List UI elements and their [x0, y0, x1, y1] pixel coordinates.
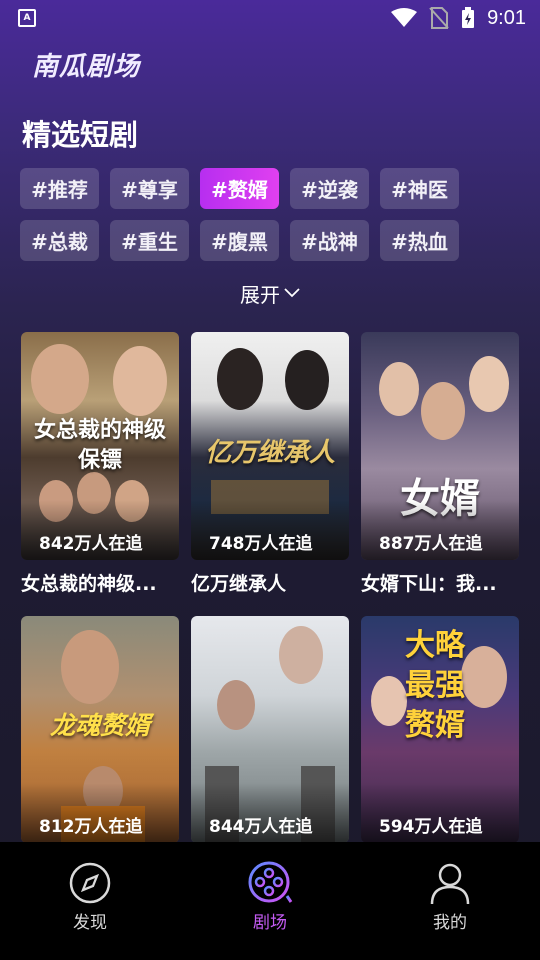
drama-poster[interactable]: 女总裁的神级保镖 842万人在追 [21, 332, 179, 560]
drama-card[interactable]: 龙魂赘婿 812万人在追 [21, 616, 179, 843]
viewer-count: 594万人在追 [379, 817, 483, 837]
film-reel-icon [247, 860, 293, 906]
poster-title-text: 女总裁的神级保镖 [33, 418, 166, 473]
expand-tags-button[interactable]: 展开 [0, 278, 540, 308]
user-icon [427, 860, 473, 906]
drama-poster[interactable]: 女婿 887万人在追 [361, 332, 519, 560]
drama-card[interactable]: 亿万继承人 748万人在追 亿万继承人 [191, 332, 349, 616]
drama-card[interactable]: 女婿 887万人在追 女婿下山：我... [361, 332, 519, 616]
clock: 9:01 [487, 6, 526, 29]
drama-title: 女总裁的神级... [21, 573, 157, 595]
expand-label: 展开 [240, 282, 280, 307]
poster-title-text: 亿万继承人 [204, 438, 335, 468]
viewer-count: 842万人在追 [39, 534, 143, 554]
compass-icon [67, 860, 113, 906]
tag-tuijian[interactable]: #推荐 [20, 168, 99, 209]
tag-nixi[interactable]: #逆袭 [290, 168, 369, 209]
poster-title-text: 龙魂赘婿 [49, 711, 150, 740]
app-notification-icon: A [18, 9, 36, 27]
bottom-navigation: 发现 剧场 我的 [0, 842, 540, 960]
drama-card[interactable]: 大略最强赘婿 594万人在追 [361, 616, 519, 843]
tag-zongcai[interactable]: #总裁 [20, 220, 99, 261]
nav-discover[interactable]: 发现 [0, 842, 180, 960]
app-screen: A 9:01 南瓜剧场 精选短剧 #推荐 #尊享 #赘婿 #逆袭 #神医 #总裁… [0, 0, 540, 960]
viewer-count: 844万人在追 [209, 817, 313, 837]
nav-label: 剧场 [253, 913, 287, 933]
nav-mine[interactable]: 我的 [360, 842, 540, 960]
nav-theater[interactable]: 剧场 [180, 842, 360, 960]
drama-poster[interactable]: 亿万继承人 748万人在追 [191, 332, 349, 560]
drama-title: 女婿下山：我... [361, 573, 497, 595]
tag-zhuixu[interactable]: #赘婿 [200, 168, 279, 209]
tag-fuhei[interactable]: #腹黑 [200, 220, 279, 261]
viewer-count: 748万人在追 [209, 534, 313, 554]
viewer-count: 812万人在追 [39, 817, 143, 837]
app-title: 南瓜剧场 [32, 52, 141, 82]
drama-poster[interactable]: 844万人在追 [191, 616, 349, 843]
drama-title: 亿万继承人 [191, 573, 287, 595]
wifi-icon [391, 8, 418, 27]
tag-filter-list: #推荐 #尊享 #赘婿 #逆袭 #神医 #总裁 #重生 #腹黑 #战神 #热血 [20, 168, 520, 261]
nav-label: 发现 [73, 913, 107, 933]
tag-chongsheng[interactable]: #重生 [110, 220, 189, 261]
chevron-down-icon [284, 288, 300, 298]
nav-label: 我的 [433, 913, 467, 933]
drama-poster[interactable]: 龙魂赘婿 812万人在追 [21, 616, 179, 843]
no-sim-icon [429, 7, 449, 29]
drama-poster[interactable]: 大略最强赘婿 594万人在追 [361, 616, 519, 843]
tag-zunxiang[interactable]: #尊享 [110, 168, 189, 209]
tag-rexue[interactable]: #热血 [380, 220, 459, 261]
section-title: 精选短剧 [22, 118, 139, 152]
drama-card[interactable]: 女总裁的神级保镖 842万人在追 女总裁的神级... [21, 332, 179, 616]
tag-zhanshen[interactable]: #战神 [290, 220, 369, 261]
battery-charging-icon [462, 7, 475, 28]
status-bar: A 9:01 [0, 0, 540, 36]
poster-title-text: 大略最强赘婿 [405, 628, 465, 743]
drama-card[interactable]: 844万人在追 [191, 616, 349, 843]
drama-grid: 女总裁的神级保镖 842万人在追 女总裁的神级... 亿万继承人 748万人在追… [21, 332, 521, 843]
viewer-count: 887万人在追 [379, 534, 483, 554]
tag-shenyi[interactable]: #神医 [380, 168, 459, 209]
